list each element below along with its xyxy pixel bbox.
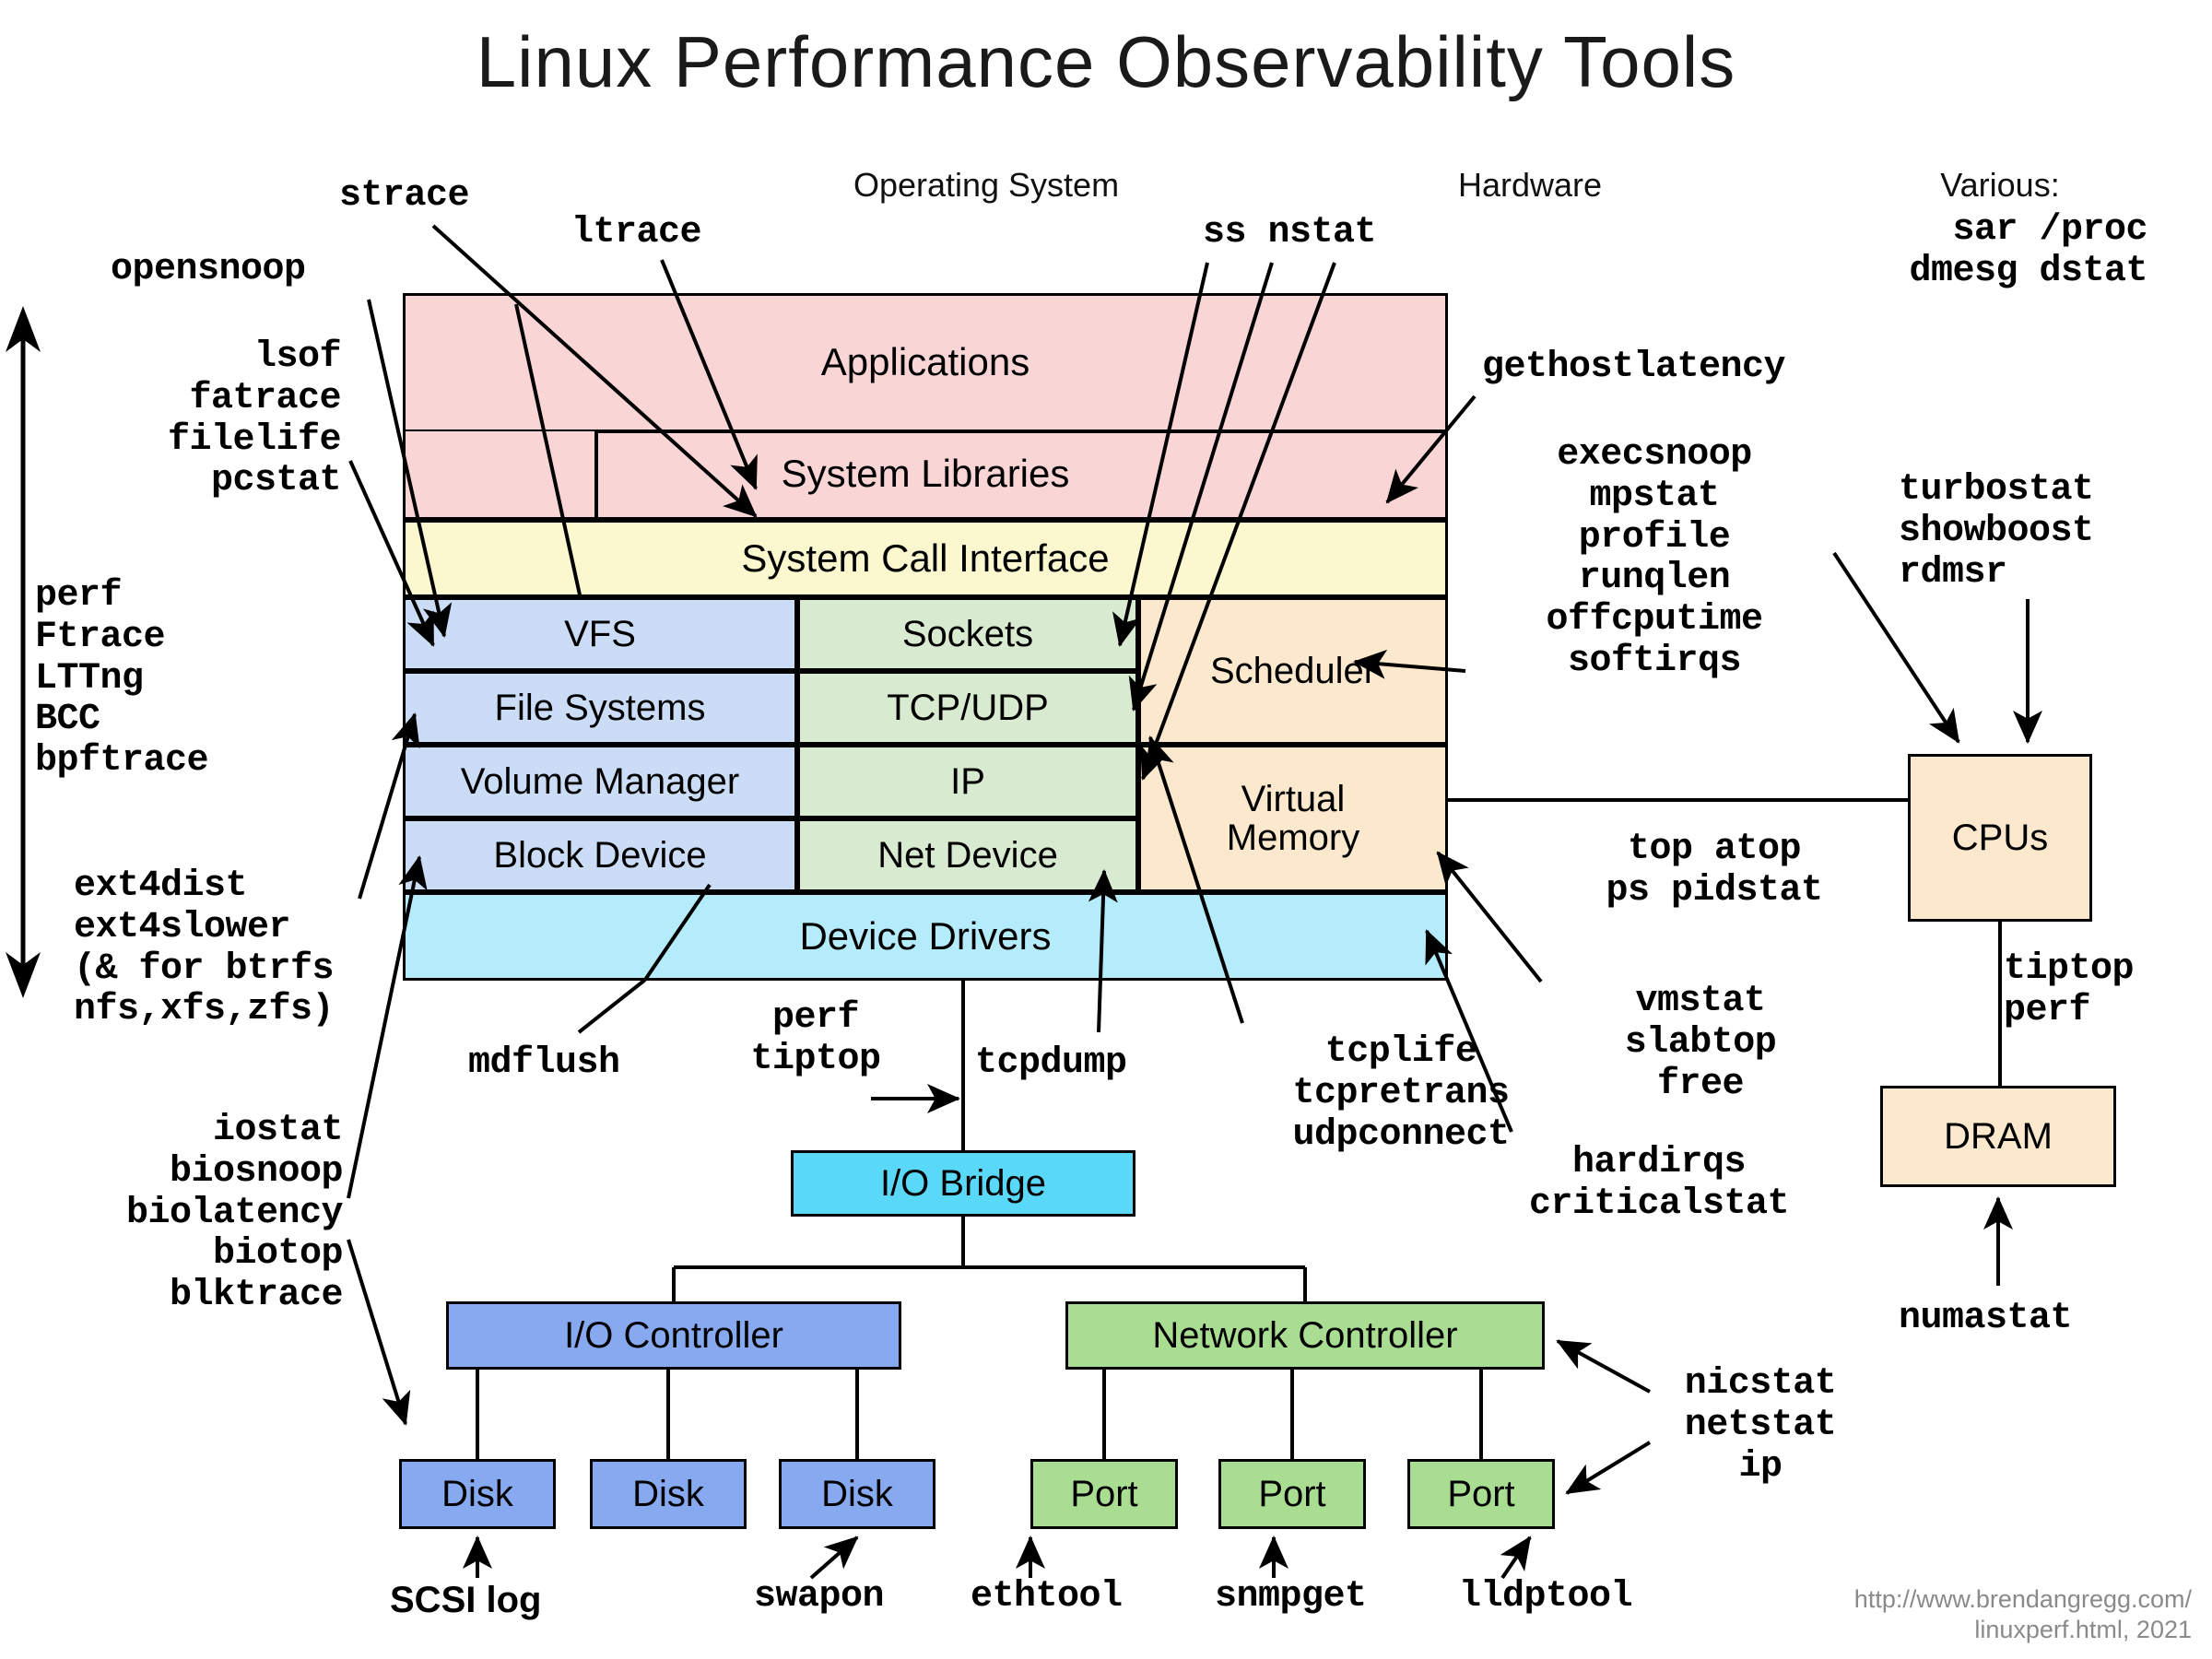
os-box-virtual-memory: Virtual Memory [1138,745,1448,892]
os-box-ip-label: IP [950,761,985,802]
os-box-vfs: VFS [403,597,797,671]
hw-box-disk-3: Disk [779,1459,935,1529]
tool-label-file-tools: lsof fatrace filelife pcstat [167,336,342,502]
hw-box-disk-1: Disk [399,1459,556,1529]
page-title: Linux Performance Observability Tools [476,21,1736,102]
tool-label-block-tools: iostat biosnoop biolatency biotop blktra… [125,1110,344,1317]
os-box-block-device: Block Device [403,818,797,892]
hw-box-network-controller-label: Network Controller [1152,1315,1458,1356]
os-box-sockets: Sockets [797,597,1138,671]
os-box-net-device: Net Device [797,818,1138,892]
hw-box-port-3-label: Port [1447,1474,1515,1514]
tool-label-opensnoop: opensnoop [111,249,306,290]
linux-performance-observability-tools-diagram: Linux Performance Observability Tools Op… [0,0,2212,1659]
hw-box-port-1-label: Port [1070,1474,1138,1514]
os-box-ip: IP [797,745,1138,818]
hw-box-port-2-label: Port [1258,1474,1326,1514]
tool-label-top-group: top atop ps pidstat [1606,829,1823,912]
os-box-block-device-label: Block Device [493,835,707,876]
hw-box-cpus-label: CPUs [1951,818,2049,858]
os-box-volume-manager: Volume Manager [403,745,797,818]
tool-label-gethostlatency: gethostlatency [1482,347,1786,388]
tool-label-tracers: perf Ftrace LTTng BCC bpftrace [35,575,209,782]
tool-label-strace: strace [339,175,470,217]
os-box-applications-label: Applications [820,340,1030,384]
hw-box-port-2: Port [1218,1459,1366,1529]
hw-box-disk-1-label: Disk [441,1474,513,1514]
os-box-sockets-label: Sockets [901,614,1034,654]
hw-box-io-controller: I/O Controller [446,1301,901,1370]
tool-label-snmpget: snmpget [1215,1576,1367,1618]
hw-box-cpus: CPUs [1908,754,2092,922]
tool-label-swapon: swapon [754,1576,885,1618]
tool-label-mdflush: mdflush [468,1042,620,1084]
section-header-hardware: Hardware [1457,166,1603,204]
hw-box-disk-2-label: Disk [632,1474,704,1514]
tool-label-tcpdump: tcpdump [975,1042,1127,1084]
tool-label-scsi-log: SCSI log [390,1580,542,1620]
tool-label-lldptool: lldptool [1459,1576,1633,1618]
system-libraries-notch [594,431,1448,520]
tool-label-various-tools: sar /proc dmesg dstat [1909,209,2147,292]
os-box-file-systems-label: File Systems [494,688,706,728]
os-box-tcp-udp-label: TCP/UDP [887,688,1049,728]
tool-label-ltrace: ltrace [571,212,702,253]
tool-label-tiptop-perf-dram: tiptop perf [2004,948,2135,1031]
tool-label-ext4-tools: ext4dist ext4slower (& for btrfs nfs,xfs… [74,865,335,1031]
hw-box-port-1: Port [1030,1459,1178,1529]
os-box-scheduler: Scheduler [1138,597,1448,745]
hw-box-io-bridge: I/O Bridge [791,1150,1135,1217]
os-box-vfs-label: VFS [564,614,636,654]
os-box-applications: Applications [403,293,1448,431]
os-box-tcp-udp: TCP/UDP [797,671,1138,745]
hw-box-disk-3-label: Disk [821,1474,893,1514]
hw-box-port-3: Port [1407,1459,1555,1529]
section-header-operating-system: Operating System [853,166,1120,204]
os-box-system-call-interface: System Call Interface [403,520,1448,597]
credit-text: http://www.brendangregg.com/ linuxperf.h… [1853,1585,2192,1643]
tool-label-nicstat-group: nicstat netstat ip [1684,1363,1837,1488]
tool-label-mem-tools: vmstat slabtop free [1624,981,1777,1105]
os-box-scheduler-label: Scheduler [1209,651,1377,691]
tool-label-perf-tiptop: perf tiptop [750,997,881,1080]
hw-box-io-bridge-label: I/O Bridge [879,1163,1047,1204]
os-box-net-device-label: Net Device [877,835,1058,876]
tool-label-tcp-tools: tcplife tcpretrans udpconnect [1292,1031,1510,1156]
hw-box-disk-2: Disk [590,1459,747,1529]
os-box-volume-manager-label: Volume Manager [460,761,740,802]
hw-box-dram-label: DRAM [1944,1116,2053,1157]
tool-label-ss-nstat: ss nstat [1203,212,1377,253]
hw-box-io-controller-label: I/O Controller [564,1315,783,1356]
tool-label-cpu-tools: execsnoop mpstat profile runqlen offcput… [1546,434,1763,682]
os-box-device-drivers-label: Device Drivers [799,913,1052,958]
os-box-virtual-memory-label: Virtual Memory [1226,779,1360,858]
section-header-various: Various: [1940,166,2060,204]
os-box-file-systems: File Systems [403,671,797,745]
tool-label-turbostat-group: turbostat showboost rdmsr [1899,469,2094,594]
os-box-device-drivers: Device Drivers [403,892,1448,981]
hw-box-network-controller: Network Controller [1065,1301,1545,1370]
tool-label-ethtool: ethtool [971,1576,1123,1618]
hw-box-dram: DRAM [1880,1086,2116,1187]
os-box-system-call-interface-label: System Call Interface [741,535,1110,580]
tool-label-numastat: numastat [1899,1298,2073,1339]
